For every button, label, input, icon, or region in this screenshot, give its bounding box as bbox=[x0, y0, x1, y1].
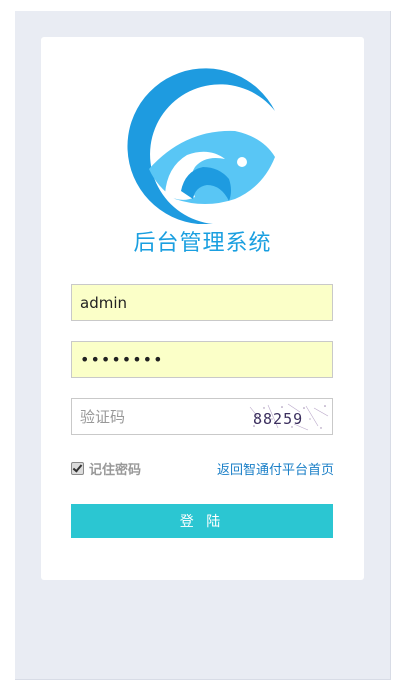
back-to-home-link[interactable]: 返回智通付平台首页 bbox=[217, 459, 334, 478]
fish-logo-icon bbox=[127, 68, 275, 224]
captcha-text: 88259 bbox=[253, 410, 303, 428]
username-input[interactable] bbox=[71, 284, 333, 321]
remember-password-label: 记住密码 bbox=[89, 463, 142, 478]
app-title: 后台管理系统 bbox=[133, 231, 272, 256]
remember-password-checkbox[interactable]: 记住密码 bbox=[71, 459, 141, 478]
password-input[interactable] bbox=[71, 341, 333, 378]
login-button[interactable]: 登 陆 bbox=[71, 504, 333, 538]
login-card: 后台管理系统 88259 记住密码 返回智通付平台首页 登 陆 bbox=[41, 37, 364, 580]
checkbox-checked-icon[interactable] bbox=[71, 462, 84, 475]
captcha-image[interactable]: 88259 bbox=[248, 402, 330, 432]
